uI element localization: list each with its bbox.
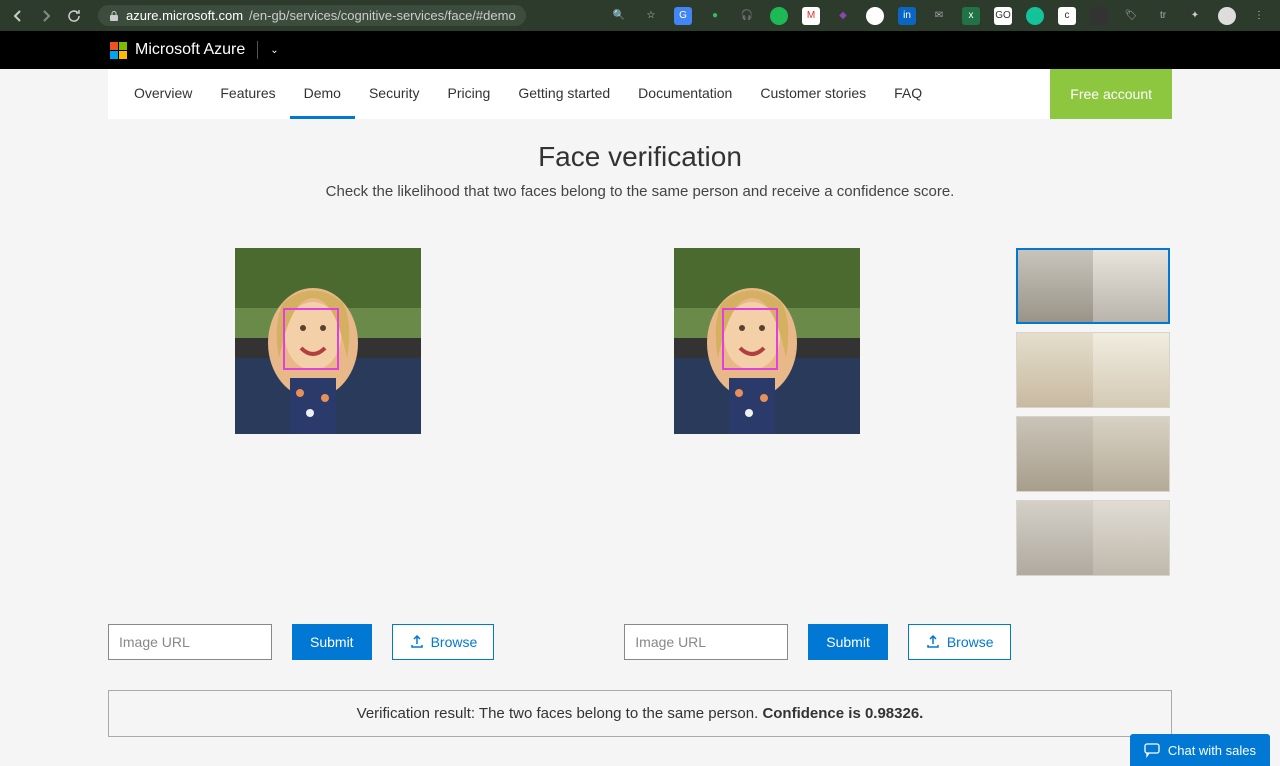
free-account-button[interactable]: Free account [1050,69,1172,119]
image-right-col [547,248,986,434]
lock-icon [108,10,120,22]
menu-icon[interactable]: ⋮ [1250,7,1268,25]
spotify-icon[interactable] [770,7,788,25]
page-title: Face verification [0,141,1280,173]
thumb-3[interactable] [1016,416,1170,492]
nav-tabs: Overview Features Demo Security Pricing … [108,69,948,119]
azure-header: Microsoft Azure ⌄ [0,31,1280,69]
mail-icon[interactable]: ✉ [930,7,948,25]
back-icon[interactable] [6,4,30,28]
image-right [674,248,860,434]
chat-label: Chat with sales [1168,743,1256,758]
brand-title[interactable]: Microsoft Azure [135,41,245,59]
browse-label-right: Browse [947,634,994,650]
face-bounding-box-left [283,308,339,370]
browse-button-right[interactable]: Browse [908,624,1011,660]
search-icon[interactable]: 🔍 [610,7,628,25]
ext-purple-icon[interactable]: ◆ [834,7,852,25]
demo-area [0,248,1280,576]
ext-c-icon[interactable]: c [1058,7,1076,25]
image-left [235,248,421,434]
sample-thumbnails [1016,248,1172,576]
face-bounding-box-right [722,308,778,370]
forward-icon[interactable] [34,4,58,28]
ext-circle-icon[interactable] [866,7,884,25]
thumb-4[interactable] [1016,500,1170,576]
chevron-down-icon[interactable]: ⌄ [270,45,278,56]
result-text: Verification result: The two faces belon… [357,705,763,722]
avatar-icon[interactable] [1218,7,1236,25]
evernote-icon[interactable]: ● [706,7,724,25]
extension-icons: 🔍 ☆ G ● 🎧 M ◆ in ✉ x GO c 🏷 tr ✦ ⋮ [610,7,1268,25]
tab-security[interactable]: Security [355,69,434,119]
right-controls: Submit Browse [624,624,1010,660]
browse-label-left: Browse [431,634,478,650]
browser-chrome: azure.microsoft.com/en-gb/services/cogni… [0,0,1280,31]
page-subtitle: Check the likelihood that two faces belo… [0,183,1280,200]
left-controls: Submit Browse [108,624,494,660]
tr-icon[interactable]: tr [1154,7,1172,25]
tab-overview[interactable]: Overview [120,69,206,119]
tab-documentation[interactable]: Documentation [624,69,746,119]
image-url-input-right[interactable] [624,624,788,660]
tab-demo[interactable]: Demo [290,69,355,119]
tab-pricing[interactable]: Pricing [434,69,505,119]
tag-icon[interactable]: 🏷 [1122,7,1140,25]
translate-icon[interactable]: G [674,7,692,25]
thumb-2[interactable] [1016,332,1170,408]
excel-icon[interactable]: x [962,7,980,25]
grammarly-icon[interactable] [1026,7,1044,25]
headphones-icon[interactable]: 🎧 [738,7,756,25]
controls-row: Submit Browse Submit Browse [0,624,1280,660]
go-icon[interactable]: GO [994,7,1012,25]
submit-button-right[interactable]: Submit [808,624,888,660]
submit-button-left[interactable]: Submit [292,624,372,660]
microsoft-logo-icon [110,42,127,59]
upload-icon [409,634,425,650]
url-domain: azure.microsoft.com [126,8,243,23]
tab-getting-started[interactable]: Getting started [504,69,624,119]
thumb-1[interactable] [1016,248,1170,324]
upload-icon [925,634,941,650]
result-confidence: Confidence is 0.98326. [762,705,923,722]
main-content: Face verification Check the likelihood t… [0,119,1280,737]
browse-button-left[interactable]: Browse [392,624,495,660]
ext-dark-icon[interactable] [1090,7,1108,25]
tab-faq[interactable]: FAQ [880,69,936,119]
nav-container: Overview Features Demo Security Pricing … [108,69,1172,119]
address-bar[interactable]: azure.microsoft.com/en-gb/services/cogni… [98,5,526,26]
tab-features[interactable]: Features [206,69,289,119]
url-path: /en-gb/services/cognitive-services/face/… [249,8,516,23]
image-url-input-left[interactable] [108,624,272,660]
tab-customer-stories[interactable]: Customer stories [746,69,880,119]
linkedin-icon[interactable]: in [898,7,916,25]
reload-icon[interactable] [62,4,86,28]
extensions-icon[interactable]: ✦ [1186,7,1204,25]
chat-with-sales-button[interactable]: Chat with sales [1130,734,1270,766]
gmail-icon[interactable]: M [802,7,820,25]
result-box: Verification result: The two faces belon… [108,690,1172,737]
chat-icon [1144,742,1160,758]
star-icon[interactable]: ☆ [642,7,660,25]
image-left-col [108,248,547,434]
divider [257,41,258,59]
